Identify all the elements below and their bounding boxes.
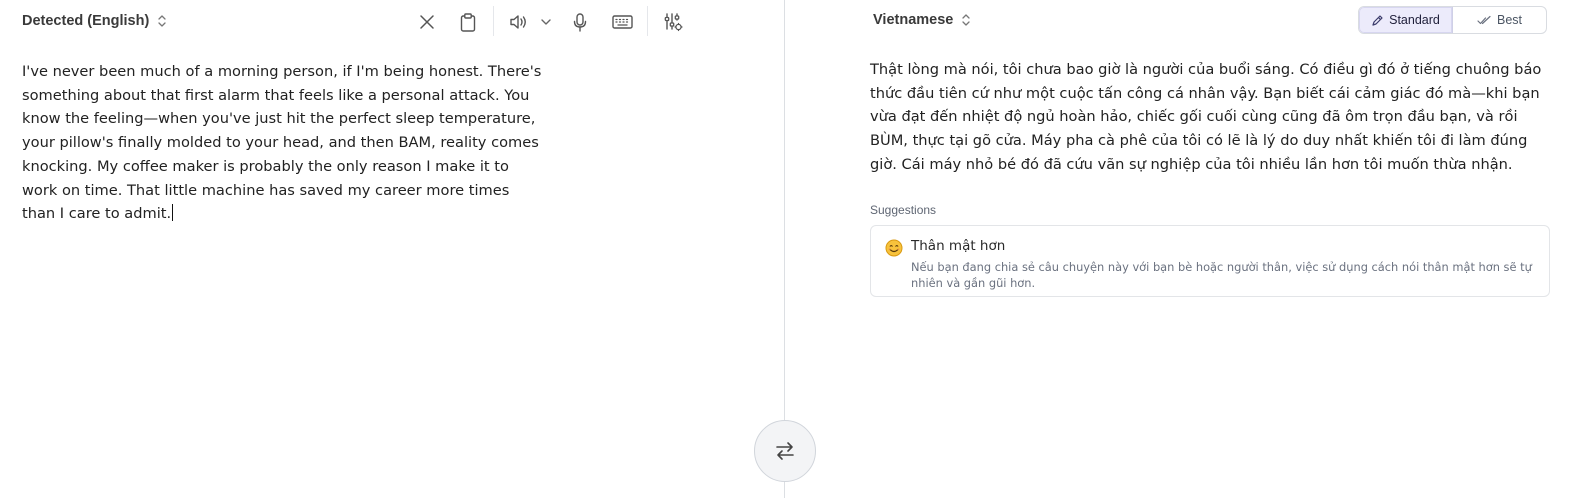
best-mode-label: Best — [1496, 13, 1522, 27]
target-language-select[interactable]: Vietnamese — [873, 11, 971, 29]
paste-button[interactable] — [456, 10, 480, 34]
source-language-label: Detected (English) — [22, 13, 150, 29]
chevron-down-icon — [541, 19, 551, 25]
double-check-icon — [1477, 15, 1491, 24]
pen-icon — [1372, 14, 1383, 26]
toolbar-divider — [647, 6, 648, 36]
voice-options-dropdown[interactable] — [534, 10, 558, 34]
speaker-icon — [510, 15, 526, 29]
best-mode-button[interactable]: Best — [1453, 7, 1546, 33]
target-pane: Vietnamese Standard Best Thật lòng mà nó… — [785, 0, 1588, 498]
smile-emoji-icon — [885, 239, 903, 257]
standard-mode-button[interactable]: Standard — [1359, 7, 1453, 33]
translation-output: Thật lòng mà nói, tôi chưa bao giờ là ng… — [870, 61, 1542, 173]
translation-mode-toggle: Standard Best — [1358, 6, 1547, 34]
suggestions-heading: Suggestions — [870, 203, 937, 217]
virtual-keyboard-button[interactable] — [610, 10, 634, 34]
source-toolbar: Detected (English) — [0, 0, 784, 42]
suggestion-title: Thân mật hơn — [911, 238, 1006, 254]
target-language-label: Vietnamese — [873, 12, 954, 28]
keyboard-icon — [611, 15, 633, 29]
translator-app: Detected (English) I've never been much … — [0, 0, 1588, 498]
source-pane: Detected (English) I've never been much … — [0, 0, 784, 498]
listen-button[interactable] — [507, 10, 531, 34]
text-caret — [172, 204, 174, 222]
standard-mode-label: Standard — [1389, 13, 1440, 27]
dictate-button[interactable] — [568, 10, 592, 34]
clipboard-icon — [460, 12, 476, 32]
chevron-updown-icon — [158, 15, 166, 27]
source-text-input[interactable]: I've never been much of a morning person… — [22, 60, 542, 226]
close-icon — [420, 15, 434, 29]
translation-settings-button[interactable] — [661, 10, 685, 34]
chevron-updown-icon — [962, 14, 970, 26]
suggestion-card[interactable]: Thân mật hơn Nếu bạn đang chia sẻ câu ch… — [870, 225, 1550, 297]
toolbar-divider — [493, 6, 494, 36]
microphone-icon — [573, 12, 587, 32]
clear-text-button[interactable] — [415, 10, 439, 34]
source-language-select[interactable]: Detected (English) — [22, 12, 167, 30]
source-text-content: I've never been much of a morning person… — [22, 63, 546, 223]
settings-sliders-icon — [664, 13, 683, 32]
suggestion-description: Nếu bạn đang chia sẻ câu chuyện này với … — [911, 260, 1532, 290]
